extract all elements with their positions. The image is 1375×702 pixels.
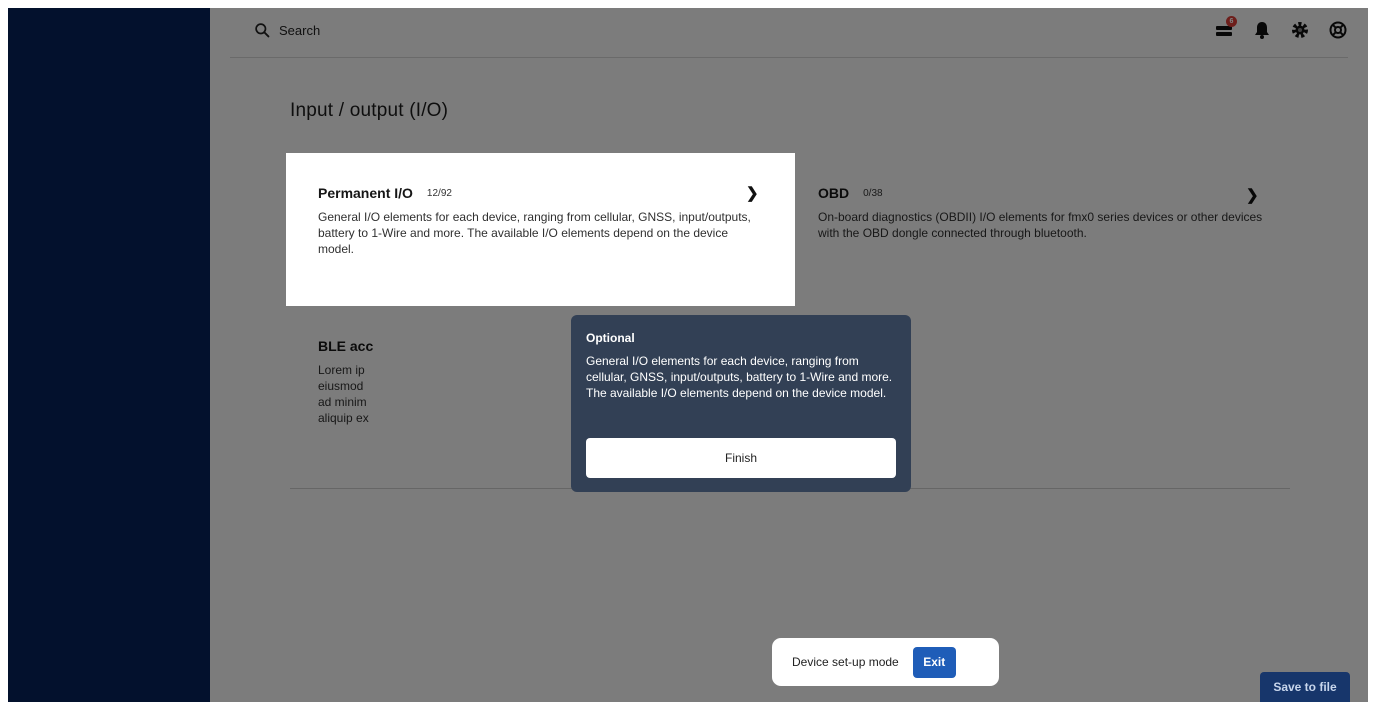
notifications-button[interactable] (1252, 20, 1272, 40)
card-description: On-board diagnostics (OBDII) I/O element… (818, 210, 1263, 240)
main-content: Search 6 Input / output (I/O) OBD 0/38 O… (210, 8, 1368, 702)
search-icon (255, 23, 270, 38)
settings-button[interactable] (1290, 20, 1310, 40)
setup-mode-bar: Device set-up mode Exit (772, 638, 999, 686)
desc-line-start: eiusmod (318, 379, 364, 393)
card-permanent-io[interactable]: Permanent I/O 12/92 General I/O elements… (286, 153, 795, 306)
search-box[interactable]: Search (254, 22, 320, 39)
tooltip-title: Optional (586, 331, 635, 345)
card-count: 12/92 (426, 187, 452, 199)
chevron-right-icon: ❯ (1246, 187, 1259, 204)
save-to-file-button[interactable]: Save to file (1260, 672, 1350, 702)
lifebuoy-icon (1329, 21, 1347, 39)
tooltip-text: General I/O elements for each device, ra… (586, 354, 893, 400)
search-label: Search (279, 23, 321, 38)
tour-tooltip: Optional General I/O elements for each d… (571, 315, 911, 492)
top-icons: 6 (1214, 16, 1348, 40)
finish-button[interactable]: Finish (586, 438, 896, 478)
chevron-right-icon: ❯ (746, 185, 759, 202)
card-description: General I/O elements for each device, ra… (318, 210, 751, 256)
card-title: BLE acc (318, 338, 374, 354)
sidebar (8, 8, 210, 702)
bell-icon (1255, 22, 1269, 39)
help-button[interactable] (1328, 20, 1348, 40)
setup-mode-label: Device set-up mode (792, 655, 899, 669)
devices-button[interactable]: 6 (1214, 16, 1237, 40)
card-title: OBD (818, 185, 850, 201)
exit-button[interactable]: Exit (912, 646, 956, 678)
notification-badge: 6 (1226, 16, 1237, 27)
app-window: Search 6 Input / output (I/O) OBD 0/38 O… (8, 8, 1368, 702)
page-title: Input / output (I/O) (290, 100, 449, 121)
top-bar: Search 6 (230, 8, 1348, 58)
gear-icon (1292, 22, 1308, 38)
card-title: Permanent I/O (318, 185, 413, 201)
card-count: 0/38 (863, 187, 883, 199)
card-obd[interactable]: OBD 0/38 On-board diagnostics (OBDII) I/… (818, 185, 1278, 241)
